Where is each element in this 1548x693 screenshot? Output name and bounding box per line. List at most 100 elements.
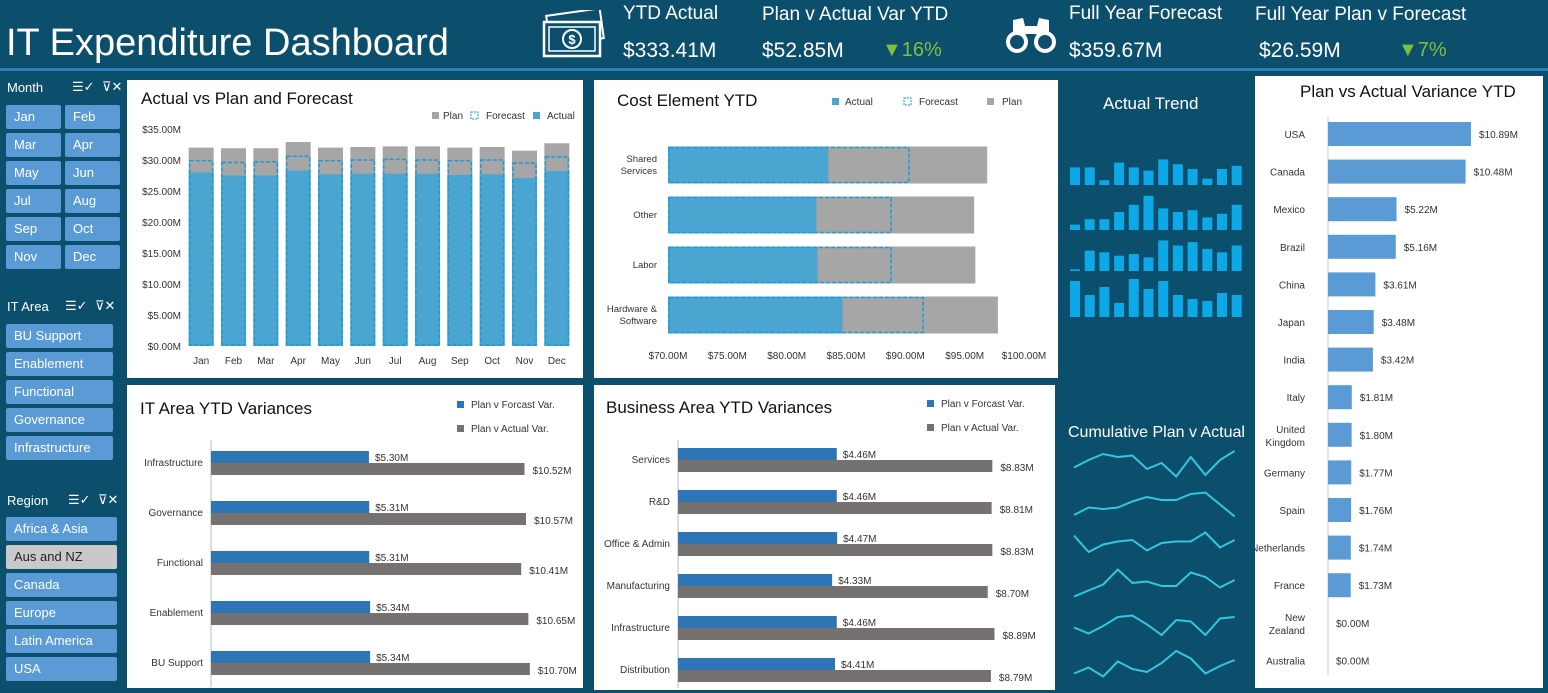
legend-swatch-actual-var bbox=[457, 425, 464, 432]
kpi-plan-actual-variance: ▼16% bbox=[882, 39, 942, 61]
clear-filter-icon[interactable]: ⊽✕ bbox=[98, 492, 118, 508]
data-label: $10.48M bbox=[1474, 168, 1513, 179]
country-bar bbox=[1328, 460, 1352, 485]
slicer-item[interactable]: Africa & Asia bbox=[6, 517, 117, 541]
cumulative-sparkline bbox=[1073, 649, 1235, 678]
x-tick-label: $80.00M bbox=[767, 351, 806, 362]
forecast-var-bar bbox=[678, 490, 837, 502]
country-bar bbox=[1328, 385, 1352, 410]
legend-swatch-forecast bbox=[470, 111, 479, 120]
country-bar bbox=[1328, 159, 1466, 184]
trend-bar bbox=[1172, 164, 1183, 185]
slicer-item[interactable]: USA bbox=[6, 657, 117, 681]
legend-label: Actual bbox=[547, 111, 575, 122]
data-label: $5.31M bbox=[375, 503, 408, 514]
actual-bar bbox=[668, 296, 843, 334]
category-label: Distribution bbox=[620, 665, 670, 676]
slicer-item[interactable]: Functional bbox=[6, 380, 113, 404]
clear-filter-icon[interactable]: ⊽✕ bbox=[102, 79, 122, 95]
actual-bar bbox=[544, 171, 570, 346]
binoculars-icon bbox=[1003, 12, 1059, 61]
country-bar bbox=[1328, 347, 1373, 372]
country-bar bbox=[1328, 535, 1351, 560]
category-label: Infrastructure bbox=[144, 458, 203, 469]
x-tick-label: $90.00M bbox=[886, 351, 925, 362]
multi-select-icon[interactable]: ☰✓ bbox=[72, 79, 95, 95]
x-tick-label: $70.00M bbox=[649, 351, 688, 362]
slicer-item[interactable]: Feb bbox=[65, 105, 120, 129]
y-tick-label: $35.00M bbox=[142, 125, 181, 136]
slicer-item[interactable]: Enablement bbox=[6, 352, 113, 376]
slicer-item[interactable]: BU Support bbox=[6, 324, 113, 348]
slicer-item[interactable]: Aus and NZ bbox=[6, 545, 117, 569]
slicer-item[interactable]: Mar bbox=[6, 133, 61, 157]
cumulative-sparkline bbox=[1073, 614, 1235, 637]
data-label: $10.70M bbox=[538, 666, 577, 677]
category-label: New Zealand bbox=[1269, 613, 1306, 637]
multi-select-icon[interactable]: ☰✓ bbox=[68, 492, 91, 508]
data-label: $0.00M bbox=[1336, 656, 1369, 667]
slicer-item[interactable]: May bbox=[6, 161, 61, 185]
business-area-variance-panel: Business Area YTD Variances Plan v Forca… bbox=[594, 385, 1055, 690]
country-bar bbox=[1328, 498, 1352, 522]
slicer-item[interactable]: Jun bbox=[65, 161, 120, 185]
slicer-item[interactable]: Jul bbox=[6, 189, 61, 213]
slicer-item[interactable]: Apr bbox=[65, 133, 120, 157]
slicer-item[interactable]: Governance bbox=[6, 408, 113, 432]
actual-bar bbox=[318, 174, 343, 346]
slicer-item[interactable]: Oct bbox=[65, 217, 120, 241]
actual-var-bar bbox=[211, 613, 529, 625]
svg-text:$: $ bbox=[568, 32, 576, 47]
trend-bar bbox=[1128, 204, 1139, 230]
data-label: $5.30M bbox=[375, 453, 408, 464]
trend-bar bbox=[1217, 169, 1227, 185]
category-label: China bbox=[1279, 280, 1306, 291]
x-tick-label: Apr bbox=[290, 356, 306, 367]
legend-label: Forecast bbox=[486, 111, 525, 122]
clear-filter-icon[interactable]: ⊽✕ bbox=[95, 298, 115, 314]
trend-bar bbox=[1158, 281, 1169, 317]
data-label: $5.34M bbox=[376, 603, 409, 614]
data-label: $0.00M bbox=[1336, 619, 1369, 630]
slicer-item[interactable]: Latin America bbox=[6, 629, 117, 653]
actual-bar bbox=[188, 172, 214, 346]
kpi-ytd-actual-value: $333.41M bbox=[623, 39, 717, 62]
trend-bar bbox=[1202, 217, 1213, 230]
category-label: Governance bbox=[149, 508, 204, 519]
multi-select-icon[interactable]: ☰✓ bbox=[65, 298, 88, 314]
trend-bar bbox=[1217, 293, 1227, 317]
category-label: Manufacturing bbox=[607, 581, 670, 592]
trend-bar bbox=[1070, 224, 1080, 230]
trend-bar bbox=[1128, 254, 1139, 271]
trend-bar bbox=[1231, 245, 1242, 271]
slicer-item[interactable]: Europe bbox=[6, 601, 117, 625]
trend-bar bbox=[1231, 165, 1242, 185]
legend-swatch-actual bbox=[533, 112, 540, 119]
slicer-item[interactable]: Infrastructure bbox=[6, 436, 113, 460]
country-bar bbox=[1328, 122, 1471, 146]
actual-trend-title: Actual Trend bbox=[1103, 94, 1199, 113]
cost-element-chart: Actual Forecast Plan Shared Services Other Lab… bbox=[607, 97, 1046, 362]
actual-vs-plan-panel: Actual vs Plan and Forecast $0.00M $5.00M… bbox=[127, 80, 583, 378]
category-label: India bbox=[1283, 356, 1305, 367]
trend-bar bbox=[1070, 269, 1080, 271]
cumulative-sparkline bbox=[1073, 531, 1236, 554]
category-label: Office & Admin bbox=[604, 539, 670, 550]
legend-label: Plan v Actual Var. bbox=[471, 424, 549, 435]
slicer-item[interactable]: Aug bbox=[65, 189, 120, 213]
actual-var-bar bbox=[211, 513, 526, 525]
trend-bar bbox=[1114, 162, 1125, 185]
actual-var-bar bbox=[211, 563, 522, 575]
actual-bar bbox=[285, 170, 311, 346]
slicer-item[interactable]: Jan bbox=[6, 105, 61, 129]
data-label: $1.77M bbox=[1359, 468, 1392, 479]
slicer-item[interactable]: Canada bbox=[6, 573, 117, 597]
category-label: Other bbox=[633, 210, 657, 221]
data-label: $8.70M bbox=[996, 589, 1029, 600]
slicer-item[interactable]: Dec bbox=[65, 245, 120, 269]
month-slicer-title: Month bbox=[7, 80, 44, 95]
slicer-item[interactable]: Nov bbox=[6, 245, 61, 269]
slicer-item[interactable]: Sep bbox=[6, 217, 61, 241]
kpi-fy-forecast-label: Full Year Forecast bbox=[1069, 3, 1223, 24]
trend-bar bbox=[1143, 170, 1154, 185]
